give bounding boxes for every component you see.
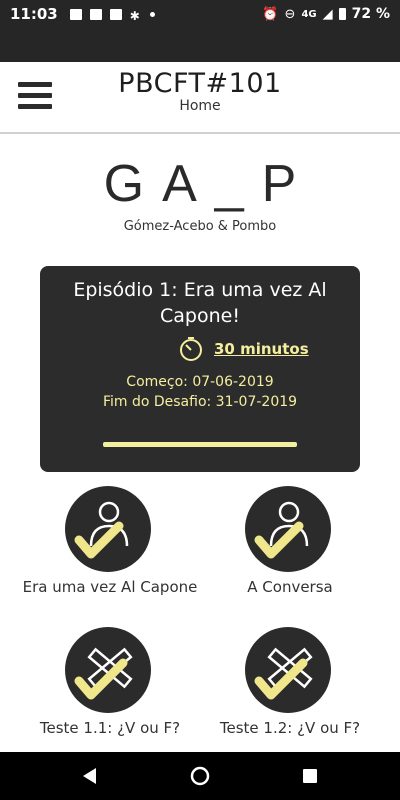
calendar-notification-icon — [109, 8, 122, 20]
status-time: 11:03 — [10, 5, 58, 23]
battery-percent: 72 % — [351, 6, 390, 22]
episode-progress-bar — [103, 442, 297, 447]
slack-notification-icon: ✱ — [129, 8, 140, 23]
tools-check-icon — [65, 627, 151, 713]
brand-subtitle: Gómez-Acebo & Pombo — [123, 219, 277, 234]
system-nav-bar — [0, 752, 400, 800]
episode-duration: 30 minutos — [178, 336, 309, 362]
dnd-icon: ⊖ — [284, 6, 296, 22]
activity-label: A Conversa — [247, 578, 333, 596]
network-type: 4G — [301, 8, 317, 20]
recents-icon[interactable] — [298, 764, 322, 788]
app-bar-strip — [0, 28, 400, 62]
more-notifications-icon — [149, 11, 155, 17]
tools-check-icon — [245, 627, 331, 713]
episode-end-date: Fim do Desafio: 31-07-2019 — [102, 394, 298, 410]
battery-icon — [338, 8, 346, 20]
activity-label: Era uma vez Al Capone — [22, 578, 198, 596]
episode-card[interactable]: Episódio 1: Era uma vez Al Capone! 30 mi… — [40, 266, 360, 472]
duration-link[interactable]: 30 minutos — [214, 340, 309, 358]
home-icon[interactable] — [188, 764, 212, 788]
back-icon[interactable] — [78, 764, 102, 788]
activity-label: Teste 1.2: ¿V ou F? — [219, 719, 361, 737]
alarm-icon: ⏰ — [262, 6, 279, 22]
person-check-icon — [65, 486, 151, 572]
photo-notification-icon — [69, 8, 82, 20]
person-check-icon — [245, 486, 331, 572]
episode-dates: Começo: 07-06-2019 Fim do Desafio: 31-07… — [40, 372, 360, 412]
page-subtitle: Home — [179, 98, 221, 114]
episode-start-date: Começo: 07-06-2019 — [126, 374, 274, 390]
activity-label: Teste 1.1: ¿V ou F? — [39, 719, 181, 737]
status-bar: 11:03 ✱ ⏰ ⊖ 4G ◢ 72 % — [0, 0, 400, 28]
message-notification-icon — [89, 8, 102, 20]
signal-icon: ◢ — [322, 6, 333, 22]
brand-logo: GA_P — [103, 155, 315, 213]
app-header: PBCFT#101 Home — [0, 62, 400, 134]
episode-title: Episódio 1: Era uma vez Al Capone! — [73, 279, 327, 327]
stopwatch-icon — [180, 337, 202, 361]
page-title: PBCFT#101 — [118, 68, 282, 99]
